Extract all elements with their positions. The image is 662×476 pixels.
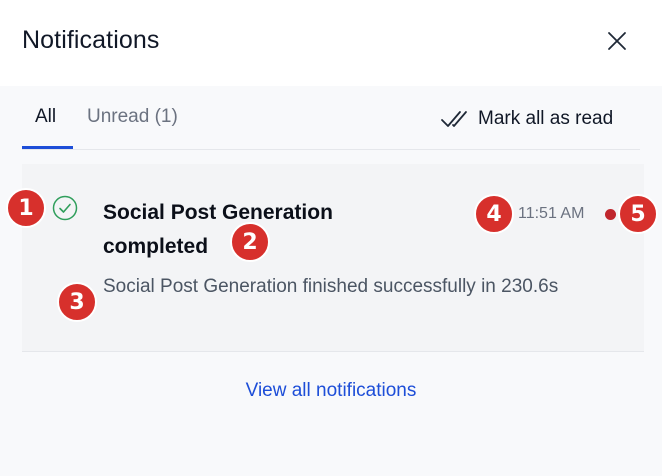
annotation-marker-1: 1: [6, 188, 46, 228]
close-button[interactable]: [598, 22, 636, 60]
notifications-panel: Notifications All Unread (1) Mark all as…: [0, 0, 662, 476]
annotation-marker-2: 2: [230, 222, 270, 262]
mark-all-read-button[interactable]: Mark all as read: [440, 104, 613, 134]
annotation-marker-5: 5: [618, 194, 658, 234]
notification-time: 11:51 AM: [518, 205, 585, 222]
view-all-notifications-link[interactable]: View all notifications: [0, 380, 662, 402]
tab-unread[interactable]: Unread (1): [87, 106, 178, 128]
notification-message: Social Post Generation finished successf…: [103, 276, 559, 297]
check-circle-icon: [52, 195, 78, 221]
close-icon: [608, 32, 626, 50]
annotation-marker-4: 4: [474, 194, 514, 234]
active-tab-indicator: [22, 146, 73, 149]
panel-header: Notifications: [0, 0, 662, 86]
mark-all-read-label: Mark all as read: [478, 108, 614, 129]
tab-bar: All Unread (1) Mark all as read: [22, 86, 640, 150]
annotation-marker-3: 3: [57, 282, 97, 322]
unread-indicator: [605, 209, 616, 220]
tab-all[interactable]: All: [35, 106, 56, 128]
notification-item[interactable]: Social Post Generation completed 11:51 A…: [22, 164, 644, 352]
panel-title: Notifications: [22, 26, 160, 54]
double-check-icon: [441, 111, 467, 127]
